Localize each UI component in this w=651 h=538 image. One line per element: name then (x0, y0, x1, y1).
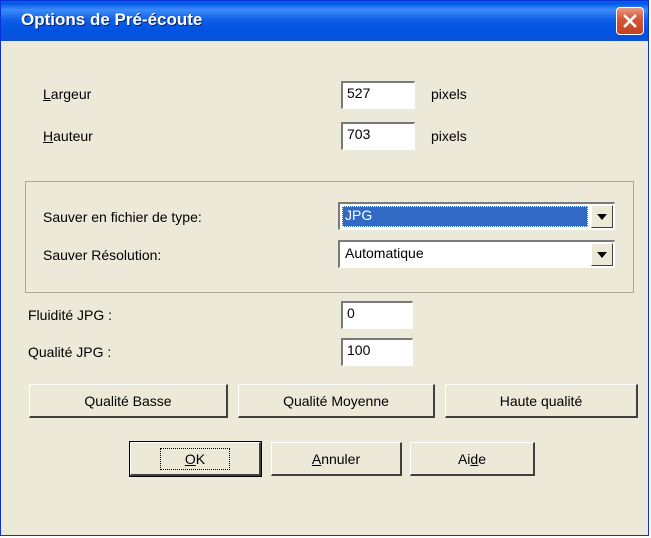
jpg-smooth-field[interactable]: 0 (341, 301, 413, 329)
resolution-select[interactable]: Automatique (338, 240, 615, 268)
chevron-down-icon (597, 251, 607, 258)
height-field[interactable]: 703 (341, 122, 415, 150)
filetype-label: Sauver en fichier de type: (43, 209, 202, 225)
help-label: Aide (457, 450, 487, 467)
ok-label: OK (159, 447, 231, 470)
height-unit: pixels (431, 128, 467, 144)
height-label: Hauteur (43, 128, 93, 144)
width-unit: pixels (431, 86, 467, 102)
resolution-dropdown-button[interactable] (591, 243, 613, 266)
close-icon (623, 14, 637, 28)
chevron-down-icon (597, 213, 607, 220)
cancel-button[interactable]: Annuler (271, 442, 402, 476)
width-field[interactable]: 527 (341, 81, 415, 109)
close-button[interactable] (616, 7, 644, 35)
filetype-value: JPG (342, 206, 588, 227)
medium-quality-button[interactable]: Qualité Moyenne (238, 384, 435, 418)
jpg-smooth-label: Fluidité JPG : (28, 307, 113, 323)
high-quality-button[interactable]: Haute qualité (445, 384, 638, 418)
title-bar[interactable]: Options de Pré-écoute (1, 1, 648, 41)
resolution-label: Sauver Résolution: (43, 247, 162, 263)
width-label: Largeur (43, 86, 92, 102)
dialog-window: Options de Pré-écoute Largeur 527 pixels… (0, 0, 649, 536)
jpg-quality-label: Qualité JPG : (28, 344, 112, 360)
dialog-body: Largeur 527 pixels Hauteur 703 pixels Sa… (1, 41, 648, 535)
cancel-label: Annuler (311, 450, 361, 467)
resolution-value: Automatique (345, 245, 424, 261)
help-button[interactable]: Aide (410, 442, 535, 476)
filetype-select[interactable]: JPG (338, 202, 615, 230)
dialog-title: Options de Pré-écoute (21, 10, 203, 29)
low-quality-button[interactable]: Qualité Basse (29, 384, 228, 418)
ok-button[interactable]: OK (129, 441, 262, 477)
jpg-quality-field[interactable]: 100 (341, 338, 413, 366)
filetype-dropdown-button[interactable] (591, 205, 613, 228)
save-options-group: Sauver en fichier de type: JPG Sauver Ré… (25, 181, 634, 293)
